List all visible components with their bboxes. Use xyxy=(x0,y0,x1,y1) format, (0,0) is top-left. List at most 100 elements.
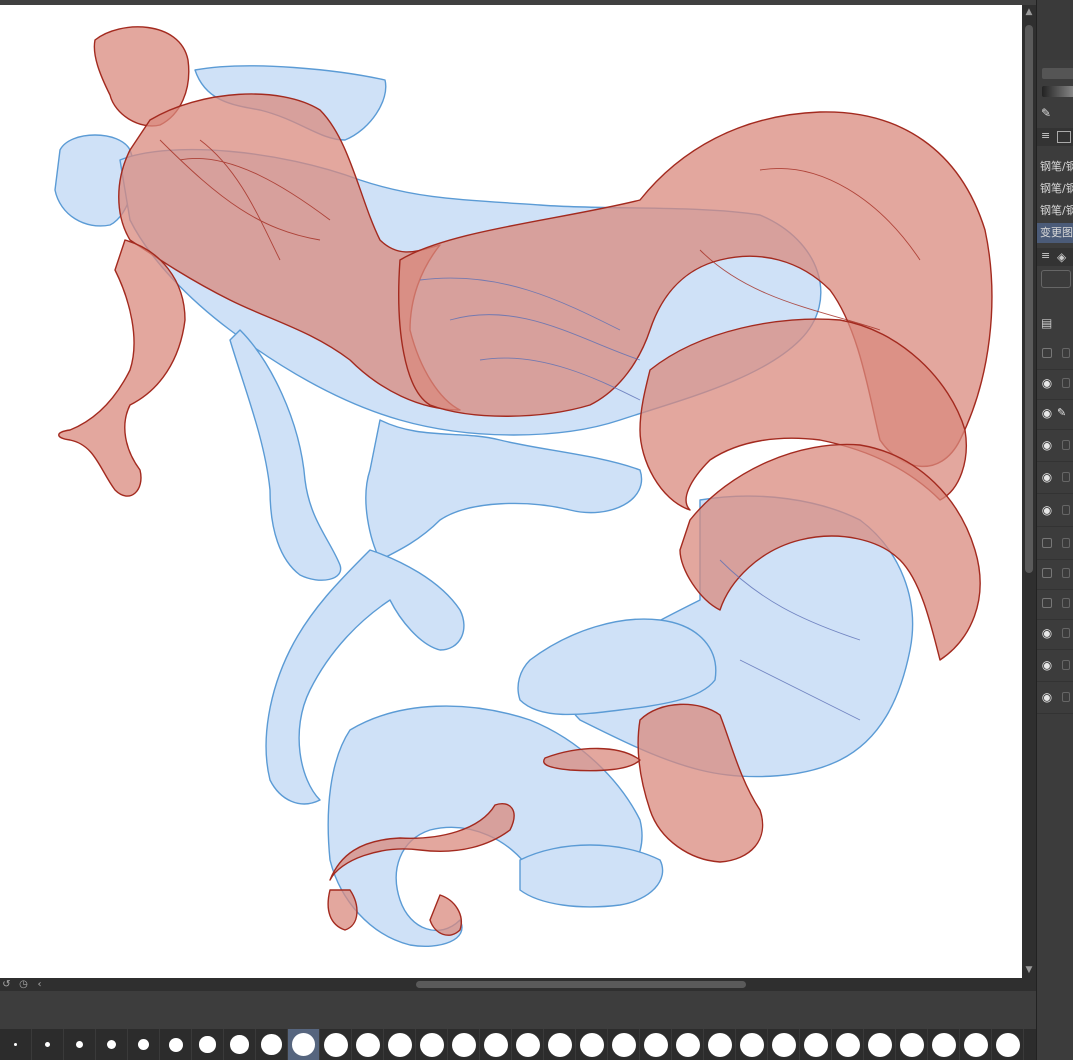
visibility-checkbox[interactable] xyxy=(1042,568,1052,578)
layers-icon[interactable]: ◈ xyxy=(1057,250,1066,264)
brush-size-option[interactable] xyxy=(832,1029,864,1060)
eye-icon[interactable]: ◉ xyxy=(1040,470,1054,484)
brush-size-option[interactable] xyxy=(416,1029,448,1060)
brush-size-option[interactable] xyxy=(800,1029,832,1060)
eye-icon[interactable]: ◉ xyxy=(1040,690,1054,704)
brush-size-option[interactable] xyxy=(480,1029,512,1060)
brush-dot-icon xyxy=(707,1032,732,1057)
scroll-down-icon[interactable]: ▼ xyxy=(1022,963,1036,977)
brush-size-option[interactable] xyxy=(352,1029,384,1060)
lock-checkbox[interactable] xyxy=(1062,472,1070,482)
lock-checkbox[interactable] xyxy=(1062,538,1070,548)
eye-icon[interactable]: ◉ xyxy=(1040,376,1054,390)
sub-tool-item[interactable]: 钢笔/钢 xyxy=(1037,201,1073,221)
brush-size-option[interactable] xyxy=(64,1029,96,1060)
brush-dot-icon xyxy=(675,1032,700,1057)
brush-size-option[interactable] xyxy=(128,1029,160,1060)
brush-size-option[interactable] xyxy=(320,1029,352,1060)
horizontal-scrollbar[interactable]: ↺ ◷ ‹ xyxy=(0,978,1036,991)
blend-mode-select[interactable] xyxy=(1041,270,1071,288)
sub-tool-item[interactable]: 钢笔/钢 xyxy=(1037,179,1073,199)
brush-size-option[interactable] xyxy=(0,1029,32,1060)
lock-checkbox[interactable] xyxy=(1062,348,1070,358)
layer-row[interactable]: ◉ xyxy=(1037,430,1073,462)
brush-size-option[interactable] xyxy=(992,1029,1024,1060)
visibility-checkbox[interactable] xyxy=(1042,598,1052,608)
brush-size-option[interactable] xyxy=(960,1029,992,1060)
lock-checkbox[interactable] xyxy=(1062,440,1070,450)
drawing-canvas[interactable] xyxy=(0,5,1022,978)
menu-icon[interactable]: ≡ xyxy=(1041,249,1050,262)
layer-settings-icon[interactable]: ▤ xyxy=(1041,316,1055,330)
brush-size-option[interactable] xyxy=(512,1029,544,1060)
vertical-scroll-thumb[interactable] xyxy=(1025,25,1033,573)
lock-checkbox[interactable] xyxy=(1062,598,1070,608)
lock-checkbox[interactable] xyxy=(1062,660,1070,670)
brush-size-option[interactable] xyxy=(704,1029,736,1060)
brush-dot-icon xyxy=(261,1034,282,1055)
brush-size-option[interactable] xyxy=(544,1029,576,1060)
brush-size-option[interactable] xyxy=(928,1029,960,1060)
subtool-icon[interactable] xyxy=(1057,131,1071,143)
brush-dot-icon xyxy=(387,1032,412,1057)
menu-icon[interactable]: ≡ xyxy=(1041,129,1050,142)
eye-icon[interactable]: ◉ xyxy=(1040,503,1054,517)
brush-size-option[interactable] xyxy=(896,1029,928,1060)
brush-size-option[interactable] xyxy=(96,1029,128,1060)
brush-size-bar xyxy=(0,1029,1036,1060)
layer-row[interactable] xyxy=(1037,558,1073,590)
chevron-left-icon[interactable]: ‹ xyxy=(33,978,46,991)
layer-row[interactable]: ◉ xyxy=(1037,682,1073,714)
pencil-icon[interactable]: ✎ xyxy=(1057,406,1069,420)
lock-checkbox[interactable] xyxy=(1062,505,1070,515)
eye-icon[interactable]: ◉ xyxy=(1040,406,1054,420)
pipette-icon[interactable]: ✎ xyxy=(1041,106,1055,120)
brush-size-option[interactable] xyxy=(736,1029,768,1060)
brush-size-option[interactable] xyxy=(384,1029,416,1060)
rotate-icon[interactable]: ↺ xyxy=(0,978,13,991)
brush-size-option[interactable] xyxy=(256,1029,288,1060)
brush-dot-icon xyxy=(75,1040,84,1049)
brush-size-option[interactable] xyxy=(576,1029,608,1060)
brush-size-option[interactable] xyxy=(192,1029,224,1060)
layer-row[interactable]: ◉ xyxy=(1037,368,1073,400)
brush-size-option[interactable] xyxy=(160,1029,192,1060)
lock-checkbox[interactable] xyxy=(1062,628,1070,638)
brush-size-option[interactable] xyxy=(224,1029,256,1060)
layer-row[interactable] xyxy=(1037,588,1073,620)
lock-checkbox[interactable] xyxy=(1062,568,1070,578)
brush-dot-icon xyxy=(44,1041,51,1048)
layer-row[interactable]: ◉ ✎ xyxy=(1037,398,1073,430)
brush-size-option[interactable] xyxy=(288,1029,320,1060)
brush-size-option[interactable] xyxy=(864,1029,896,1060)
vertical-scrollbar[interactable]: ▲ ▼ xyxy=(1022,5,1036,978)
eye-icon[interactable]: ◉ xyxy=(1040,438,1054,452)
lock-checkbox[interactable] xyxy=(1062,692,1070,702)
layer-row[interactable]: ◉ xyxy=(1037,650,1073,682)
brush-size-option[interactable] xyxy=(608,1029,640,1060)
layer-row[interactable]: ◉ xyxy=(1037,618,1073,650)
brush-dot-icon xyxy=(292,1033,315,1056)
color-slider-2[interactable] xyxy=(1042,86,1073,97)
brush-size-option[interactable] xyxy=(448,1029,480,1060)
visibility-checkbox[interactable] xyxy=(1042,538,1052,548)
layer-row[interactable] xyxy=(1037,528,1073,560)
layer-row[interactable]: ◉ xyxy=(1037,462,1073,494)
color-slider-1[interactable] xyxy=(1042,68,1073,79)
visibility-checkbox[interactable] xyxy=(1042,348,1052,358)
sub-tool-item[interactable]: 钢笔/钢 xyxy=(1037,157,1073,177)
brush-size-option[interactable] xyxy=(640,1029,672,1060)
brush-size-option[interactable] xyxy=(32,1029,64,1060)
horizontal-scroll-thumb[interactable] xyxy=(416,981,746,988)
layer-row[interactable] xyxy=(1037,338,1073,370)
timer-icon[interactable]: ◷ xyxy=(17,978,30,991)
eye-icon[interactable]: ◉ xyxy=(1040,626,1054,640)
scroll-up-icon[interactable]: ▲ xyxy=(1022,5,1036,19)
brush-size-option[interactable] xyxy=(672,1029,704,1060)
sub-tool-item[interactable]: 变更图 xyxy=(1037,223,1073,243)
brush-dot-icon xyxy=(14,1043,17,1046)
lock-checkbox[interactable] xyxy=(1062,378,1070,388)
eye-icon[interactable]: ◉ xyxy=(1040,658,1054,672)
brush-size-option[interactable] xyxy=(768,1029,800,1060)
layer-row[interactable]: ◉ xyxy=(1037,495,1073,527)
